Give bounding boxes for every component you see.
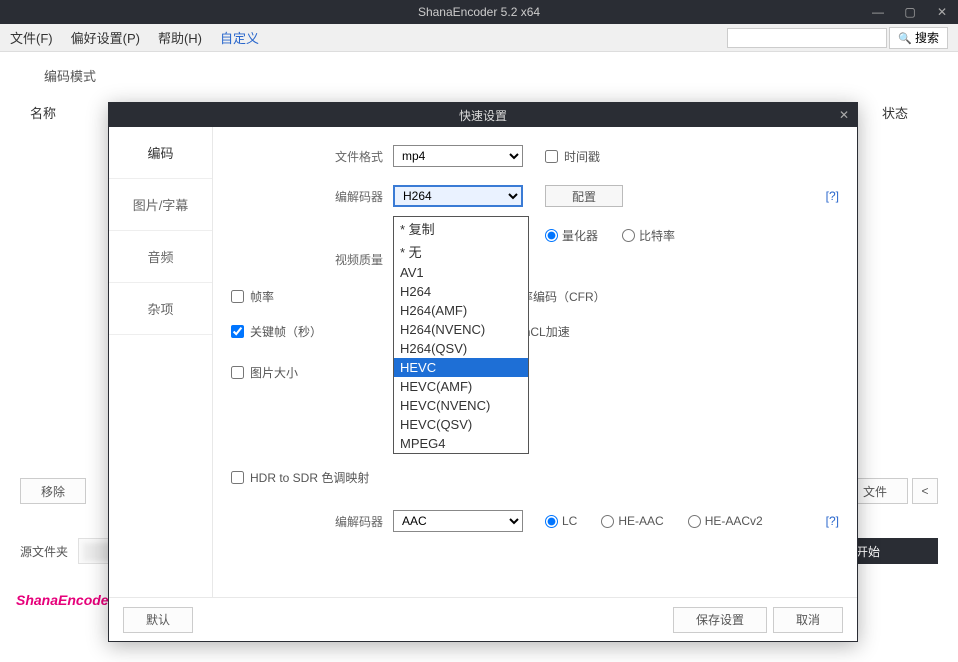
fps-label: 帧率	[250, 288, 274, 305]
quality-radio-group: 量化器 比特率	[545, 227, 675, 244]
menubar: 文件(F) 偏好设置(P) 帮助(H) 自定义 搜索	[0, 24, 958, 52]
mode-tabs: 编码模式	[0, 52, 958, 91]
codec-option[interactable]: * 复制	[394, 217, 528, 240]
help-link-audio[interactable]: [?]	[826, 514, 839, 528]
codec-option[interactable]: MPEG4	[394, 434, 528, 453]
codec-option[interactable]: HEVC(AMF)	[394, 377, 528, 396]
side-tab-image-subtitle[interactable]: 图片/字幕	[109, 179, 212, 231]
row-hdr: HDR to SDR 色调映射	[231, 469, 839, 486]
format-select[interactable]: mp4	[393, 145, 523, 167]
search-button-label: 搜索	[915, 29, 939, 46]
label-audio-codec: 编解码器	[231, 513, 383, 530]
label-quality: 视频质量	[231, 225, 383, 268]
row-format: 文件格式 mp4 时间戳	[231, 145, 839, 167]
default-button[interactable]: 默认	[123, 607, 193, 633]
help-link-codec[interactable]: [?]	[826, 189, 839, 203]
maximize-icon[interactable]: ▢	[894, 5, 926, 19]
label-codec: 编解码器	[231, 188, 383, 205]
minimize-icon[interactable]: —	[862, 5, 894, 19]
save-button[interactable]: 保存设置	[673, 607, 767, 633]
radio-lc[interactable]: LC	[545, 514, 577, 528]
menu-preferences[interactable]: 偏好设置(P)	[71, 28, 140, 47]
picsize-label: 图片大小	[250, 364, 298, 381]
radio-quantizer[interactable]: 量化器	[545, 227, 598, 244]
search-icon	[898, 31, 912, 45]
tab-encode-mode[interactable]: 编码模式	[30, 60, 110, 91]
timestamp-checkbox[interactable]: 时间戳	[545, 148, 600, 165]
codec-option[interactable]: H264(QSV)	[394, 339, 528, 358]
configure-button[interactable]: 配置	[545, 185, 623, 207]
aac-radio-group: LC HE-AAC HE-AACv2	[545, 514, 763, 528]
codec-option[interactable]: HEVC	[394, 358, 528, 377]
close-icon[interactable]: ✕	[926, 5, 958, 19]
row-picsize: 图片大小	[231, 364, 839, 381]
row-keyframe: 关键帧（秒） OpenCL加速	[231, 323, 839, 340]
picsize-checkbox[interactable]: 图片大小	[231, 364, 298, 381]
codec-option[interactable]: AV1	[394, 263, 528, 282]
label-format: 文件格式	[231, 148, 383, 165]
dialog-side-tabs: 编码 图片/字幕 音频 杂项	[109, 127, 213, 597]
window-buttons: — ▢ ✕	[862, 5, 958, 19]
row-fps: 帧率 恒定帧速率编码（CFR）	[231, 288, 839, 305]
timestamp-check-input[interactable]	[545, 150, 558, 163]
radio-heaac[interactable]: HE-AAC	[601, 514, 663, 528]
remove-button[interactable]: 移除	[20, 478, 86, 504]
main-area: 编码模式 名称 状态 移除 文件 < 源文件夹 浏览 打开 开始 ShanaEn…	[0, 52, 958, 614]
hdr-checkbox[interactable]: HDR to SDR 色调映射	[231, 469, 369, 486]
search-input[interactable]	[727, 28, 887, 48]
dialog-titlebar: 快速设置 ✕	[109, 103, 857, 127]
dialog-close-icon[interactable]: ✕	[839, 108, 849, 122]
search-wrap: 搜索	[727, 27, 948, 49]
codec-select[interactable]: H264	[393, 185, 523, 207]
app-title: ShanaEncoder 5.2 x64	[418, 5, 540, 19]
codec-option[interactable]: HEVC(NVENC)	[394, 396, 528, 415]
menu-custom[interactable]: 自定义	[220, 28, 259, 47]
hdr-label: HDR to SDR 色调映射	[250, 469, 369, 486]
menu-file[interactable]: 文件(F)	[10, 28, 53, 47]
side-tab-misc[interactable]: 杂项	[109, 283, 212, 335]
codec-option[interactable]: H264	[394, 282, 528, 301]
side-tab-encode[interactable]: 编码	[109, 127, 212, 179]
radio-heaacv2[interactable]: HE-AACv2	[688, 514, 763, 528]
audio-codec-select[interactable]: AAC	[393, 510, 523, 532]
search-button[interactable]: 搜索	[889, 27, 948, 49]
codec-option[interactable]: H264(AMF)	[394, 301, 528, 320]
codec-option[interactable]: * 无	[394, 240, 528, 263]
source-label: 源文件夹	[20, 543, 68, 560]
timestamp-label: 时间戳	[564, 148, 600, 165]
codec-dropdown-list[interactable]: * 复制* 无AV1H264H264(AMF)H264(NVENC)H264(Q…	[393, 216, 529, 454]
keyframe-checkbox[interactable]: 关键帧（秒）	[231, 323, 322, 340]
keyframe-label: 关键帧（秒）	[250, 323, 322, 340]
row-audio-codec: 编解码器 AAC LC HE-AAC HE-AACv2 [?]	[231, 510, 839, 532]
form-area: 文件格式 mp4 时间戳 编解码器 H264 配置 [?] 视频质量	[213, 127, 857, 597]
caret-button[interactable]: <	[912, 478, 938, 504]
row-codec: 编解码器 H264 配置 [?]	[231, 185, 839, 207]
dialog-title: 快速设置	[459, 107, 507, 124]
fps-checkbox[interactable]: 帧率	[231, 288, 274, 305]
dialog-footer: 默认 保存设置 取消	[109, 597, 857, 641]
side-tab-audio[interactable]: 音频	[109, 231, 212, 283]
brand-logo: ShanaEncoder	[16, 592, 114, 608]
titlebar: ShanaEncoder 5.2 x64 — ▢ ✕	[0, 0, 958, 24]
cancel-button[interactable]: 取消	[773, 607, 843, 633]
radio-bitrate[interactable]: 比特率	[622, 227, 675, 244]
row-quality: 视频质量 量化器 比特率	[231, 225, 839, 268]
menu-help[interactable]: 帮助(H)	[158, 28, 202, 47]
col-state: 状态	[882, 103, 908, 122]
codec-option[interactable]: HEVC(QSV)	[394, 415, 528, 434]
codec-option[interactable]: H264(NVENC)	[394, 320, 528, 339]
